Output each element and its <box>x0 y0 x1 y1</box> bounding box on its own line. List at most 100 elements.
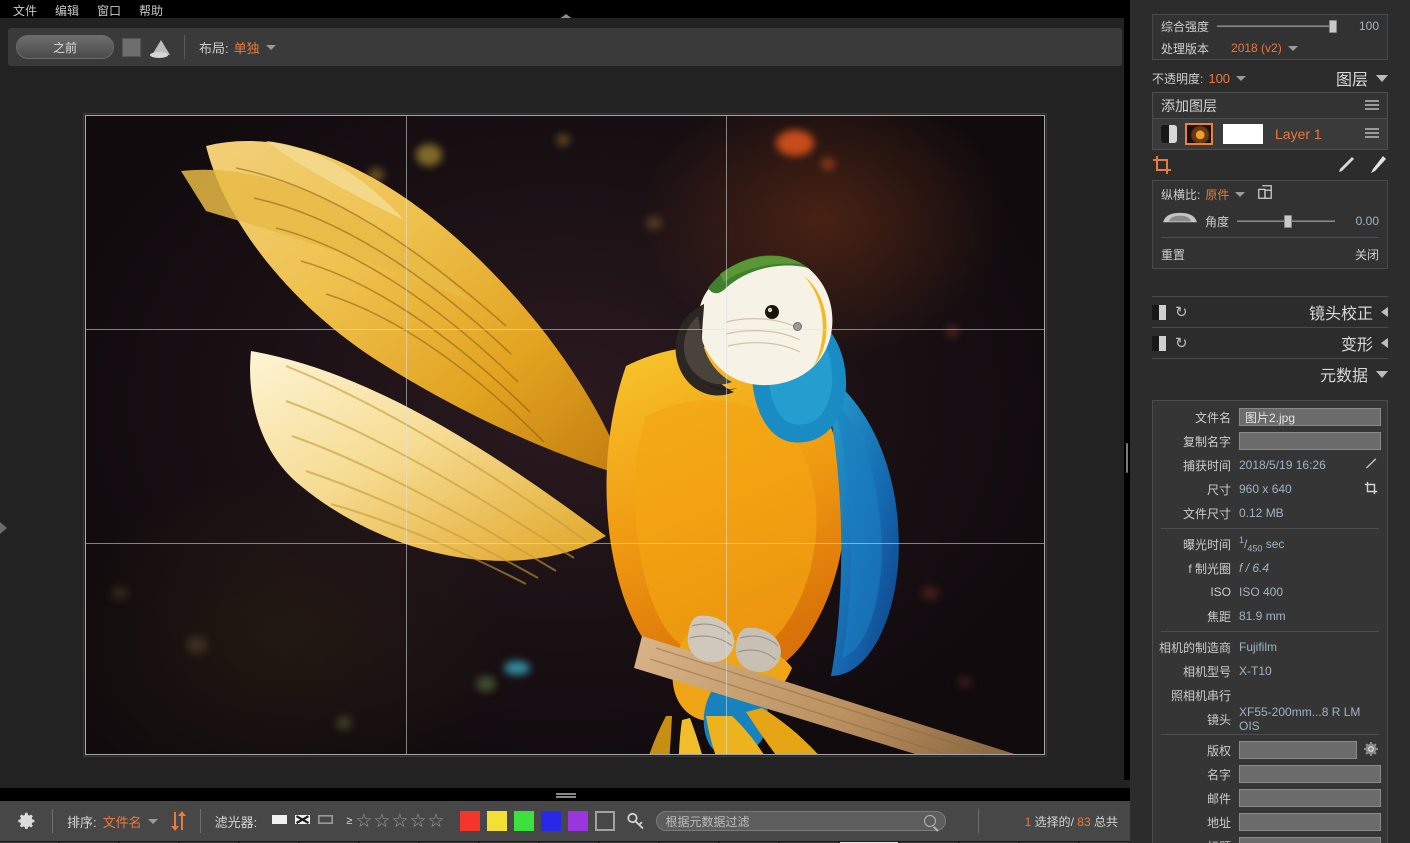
metadata-row-email[interactable]: 邮件 <box>1153 786 1387 810</box>
global-strength-slider[interactable] <box>1217 18 1335 34</box>
star-icon-2[interactable]: ☆ <box>373 812 390 831</box>
softproof-cone-icon[interactable] <box>148 36 170 58</box>
star-icon-3[interactable]: ☆ <box>391 812 408 831</box>
color-label-none[interactable] <box>595 811 615 831</box>
lens-correction-toggle-icon[interactable] <box>1152 305 1166 320</box>
color-label-blue[interactable] <box>541 811 561 831</box>
before-view-button[interactable]: 之前 <box>16 35 114 59</box>
sort-chevron-down-icon[interactable] <box>148 819 158 824</box>
pencil-icon[interactable] <box>1361 457 1381 474</box>
crop-grid-vertical-1 <box>406 116 407 755</box>
email-field[interactable] <box>1239 789 1381 807</box>
metadata-row-filename[interactable]: 文件名 图片2.jpg <box>1153 405 1387 429</box>
pencil-icon[interactable] <box>1336 155 1358 175</box>
metadata-row-iso: ISO ISO 400 <box>1153 580 1387 604</box>
sort-value[interactable]: 文件名 <box>103 812 142 831</box>
star-icon-4[interactable]: ☆ <box>409 812 426 831</box>
metadata-label: 曝光时间 <box>1153 536 1239 553</box>
aspect-ratio-chevron-down-icon[interactable] <box>1235 192 1245 197</box>
copyright-field[interactable] <box>1239 741 1357 759</box>
sort-direction-icon[interactable] <box>170 810 186 832</box>
layout-value[interactable]: 单独 <box>234 38 260 57</box>
color-label-yellow[interactable] <box>487 811 507 831</box>
gear-icon[interactable] <box>16 810 38 832</box>
angle-slider[interactable] <box>1237 213 1335 229</box>
crop-icon[interactable] <box>1152 155 1172 175</box>
transform-expand-icon[interactable] <box>1381 338 1388 348</box>
copyname-field[interactable] <box>1239 432 1381 450</box>
transform-reset-icon[interactable]: ↻ <box>1175 336 1188 351</box>
layer-thumbnail[interactable] <box>1185 123 1213 145</box>
aspect-ratio-row[interactable]: 纵横比: 原件 <box>1153 181 1387 207</box>
lens-correction-expand-icon[interactable] <box>1381 307 1388 317</box>
keyword-icon[interactable] <box>626 811 646 831</box>
search-input[interactable]: 根据元数据过滤 <box>656 811 946 831</box>
image-canvas[interactable] <box>0 76 1130 788</box>
process-version-chevron-down-icon[interactable] <box>1288 46 1298 51</box>
star-icon-5[interactable]: ☆ <box>428 812 445 831</box>
opacity-value[interactable]: 100 <box>1208 71 1230 86</box>
menu-item-edit[interactable]: 编辑 <box>46 5 88 18</box>
title-field[interactable] <box>1239 837 1381 843</box>
process-version-row[interactable]: 处理版本 2018 (v2) <box>1153 37 1387 59</box>
section-transform[interactable]: ↻ 变形 <box>1130 328 1410 358</box>
section-metadata[interactable]: 元数据 <box>1130 359 1410 389</box>
process-version-value[interactable]: 2018 (v2) <box>1231 41 1282 55</box>
gear-icon[interactable] <box>1361 742 1381 759</box>
metadata-row-creator[interactable]: 名字 <box>1153 762 1387 786</box>
left-panel-expand-arrow-icon[interactable] <box>0 522 7 534</box>
layers-collapse-chevron-icon[interactable] <box>1376 75 1388 82</box>
star-icon-1[interactable]: ☆ <box>355 812 372 831</box>
angle-row[interactable]: 角度 0.00 <box>1153 207 1387 235</box>
transform-toggle-icon[interactable] <box>1152 336 1166 351</box>
metadata-row-copyright[interactable]: 版权 <box>1153 738 1387 762</box>
section-lens-correction[interactable]: ↻ 镜头校正 <box>1130 297 1410 327</box>
metadata-collapse-icon[interactable] <box>1376 371 1388 378</box>
lens-correction-reset-icon[interactable]: ↻ <box>1175 305 1188 320</box>
global-strength-row[interactable]: 综合强度 100 <box>1153 15 1387 37</box>
add-layer-menu-icon[interactable] <box>1365 100 1379 112</box>
copy-aspect-icon[interactable] <box>1257 184 1273 205</box>
menu-item-window[interactable]: 窗口 <box>88 5 130 18</box>
metadata-row-address[interactable]: 地址 <box>1153 810 1387 834</box>
layout-chevron-down-icon[interactable] <box>266 45 276 50</box>
level-icon[interactable] <box>1161 211 1199 231</box>
opacity-chevron-down-icon[interactable] <box>1236 76 1246 81</box>
metadata-label: 捕获时间 <box>1153 457 1239 474</box>
crop-reset-button[interactable]: 重置 <box>1161 246 1185 263</box>
color-label-red[interactable] <box>460 811 480 831</box>
metadata-row-camera-make: 相机的制造商 Fujifilm <box>1153 635 1387 659</box>
splitter-grip[interactable] <box>1125 443 1129 473</box>
layer-menu-icon[interactable] <box>1365 128 1379 140</box>
crop-close-button[interactable]: 关闭 <box>1355 246 1379 263</box>
menu-item-help[interactable]: 帮助 <box>130 5 172 18</box>
aspect-ratio-value[interactable]: 原件 <box>1205 186 1229 203</box>
layer-visibility-icon[interactable] <box>1161 125 1177 143</box>
add-layer-row[interactable]: 添加图层 <box>1153 93 1387 119</box>
color-label-purple[interactable] <box>568 811 588 831</box>
color-label-green[interactable] <box>514 811 534 831</box>
crop-handle-right[interactable] <box>793 322 802 331</box>
filename-field[interactable]: 图片2.jpg <box>1239 408 1381 426</box>
crop-icon[interactable] <box>1361 481 1381 498</box>
flag-unflagged-icon[interactable] <box>317 814 334 829</box>
flag-picked-icon[interactable] <box>271 814 288 829</box>
rating-greater-equal-icon: ≥ <box>346 815 352 827</box>
rating-filter-stars[interactable]: ≥ ☆ ☆ ☆ ☆ ☆ <box>346 812 445 831</box>
flag-rejected-icon[interactable] <box>294 814 311 829</box>
layer-mask-thumbnail[interactable] <box>1223 124 1263 144</box>
menu-item-file[interactable]: 文件 <box>4 5 46 18</box>
metadata-title: 元数据 <box>1320 362 1368 386</box>
layer-row[interactable]: Layer 1 <box>1153 119 1387 149</box>
layer-name[interactable]: Layer 1 <box>1275 126 1322 142</box>
brush-icon[interactable] <box>1366 155 1388 175</box>
metadata-row-copyname[interactable]: 复制名字 <box>1153 429 1387 453</box>
address-field[interactable] <box>1239 813 1381 831</box>
filmstrip-resize-grip[interactable] <box>556 793 576 798</box>
metadata-list: 文件名 图片2.jpg 复制名字 捕获时间 2018/5/19 16:26 尺寸… <box>1152 400 1388 843</box>
background-color-swatch[interactable] <box>122 38 141 57</box>
photo-preview[interactable] <box>85 115 1045 755</box>
creator-field[interactable] <box>1239 765 1381 783</box>
metadata-row-title[interactable]: 标题 <box>1153 834 1387 843</box>
metadata-divider <box>1161 631 1379 632</box>
